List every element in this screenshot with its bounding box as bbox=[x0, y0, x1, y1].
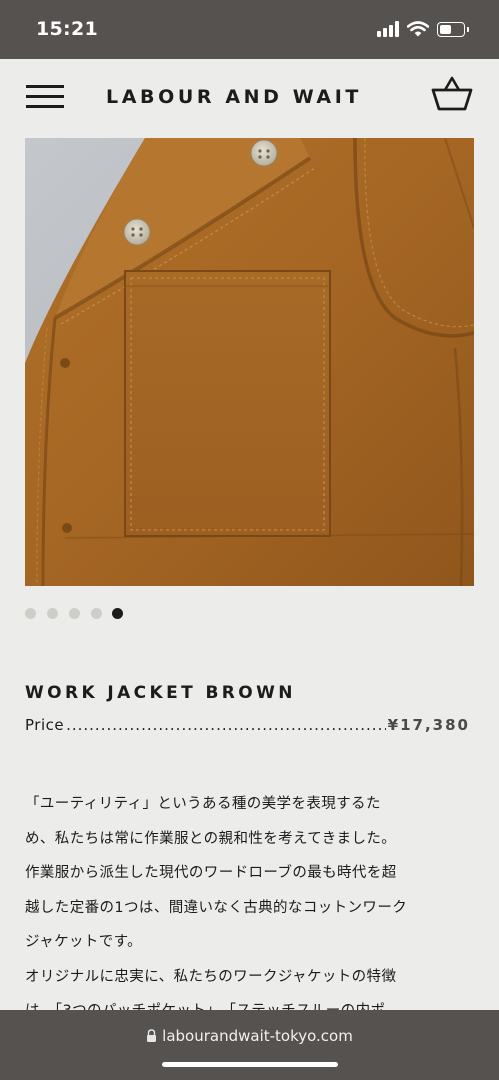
price-value: ¥17,380 bbox=[387, 716, 470, 734]
carousel-dots bbox=[25, 608, 145, 620]
product-image[interactable] bbox=[25, 138, 474, 586]
browser-address-bar: labourandwait-tokyo.com bbox=[0, 1010, 499, 1080]
site-header: LABOUR AND WAIT bbox=[0, 59, 499, 138]
product-description: 「ユーティリティ」というある種の美学を表現するた め、私たちは常に作業服との親和… bbox=[25, 787, 471, 1029]
status-icons bbox=[377, 21, 477, 39]
carousel-dot-2[interactable] bbox=[47, 608, 58, 619]
product-title: WORK JACKET BROWN bbox=[25, 683, 296, 703]
carousel-dot-4[interactable] bbox=[91, 608, 102, 619]
brand-logo[interactable]: LABOUR AND WAIT bbox=[106, 86, 362, 108]
price-leader-dots bbox=[66, 716, 386, 734]
url-text: labourandwait-tokyo.com bbox=[162, 1027, 353, 1045]
description-line: 「ユーティリティ」というある種の美学を表現するた bbox=[25, 796, 381, 812]
wifi-icon bbox=[407, 21, 429, 37]
battery-icon bbox=[437, 22, 465, 37]
carousel-dot-1[interactable] bbox=[25, 608, 36, 619]
price-label: Price bbox=[25, 716, 65, 734]
signal-icon bbox=[377, 21, 399, 37]
description-line: 越した定番の1つは、間違いなく古典的なコットンワーク bbox=[25, 899, 408, 916]
description-line: ジャケットです。 bbox=[25, 934, 143, 950]
carousel-dot-3[interactable] bbox=[69, 608, 80, 619]
hamburger-menu-icon[interactable] bbox=[26, 85, 64, 109]
status-bar: 15:21 bbox=[0, 0, 499, 59]
status-time: 15:21 bbox=[36, 18, 98, 40]
jacket-photo bbox=[25, 138, 474, 586]
description-line: オリジナルに忠実に、私たちのワークジャケットの特徴 bbox=[25, 968, 397, 985]
home-indicator[interactable] bbox=[162, 1062, 338, 1067]
basket-icon[interactable] bbox=[430, 73, 474, 113]
lock-icon bbox=[147, 1029, 157, 1042]
price-row: Price ¥17,380 bbox=[25, 716, 470, 738]
url-display[interactable]: labourandwait-tokyo.com bbox=[0, 1027, 499, 1047]
description-line: め、私たちは常に作業服との親和性を考えてきました。 bbox=[25, 830, 397, 847]
carousel-dot-5-active[interactable] bbox=[112, 608, 123, 619]
description-line: 作業服から派生した現代のワードローブの最も時代を超 bbox=[25, 865, 397, 881]
